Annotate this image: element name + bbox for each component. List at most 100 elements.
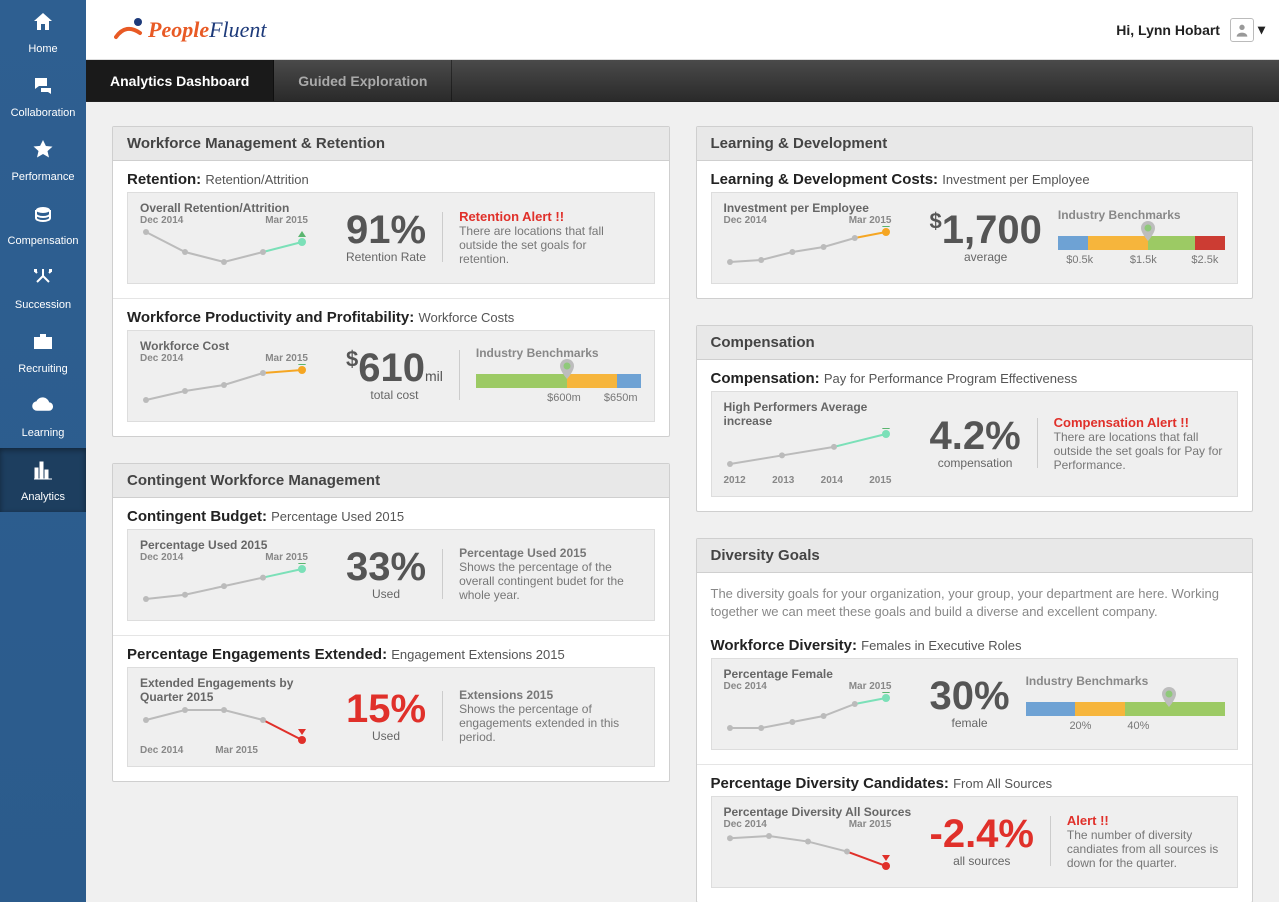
metric-value: 15% <box>346 689 426 729</box>
year-label: 2014 <box>821 475 843 486</box>
metric-unit: female <box>930 716 1010 730</box>
tab-analytics-dashboard[interactable]: Analytics Dashboard <box>86 60 274 101</box>
section-sub: Pay for Performance Program Effectivenes… <box>824 371 1077 386</box>
section-heading: Compensation: <box>711 370 820 387</box>
range-start: Dec 2014 <box>140 353 183 364</box>
range-end: Mar 2015 <box>849 819 892 830</box>
section-diversity-candidates[interactable]: Percentage Diversity Candidates: From Al… <box>697 764 1253 902</box>
range-start: Dec 2014 <box>140 552 183 563</box>
metric-unit: Retention Rate <box>346 250 426 264</box>
sidebar-item-analytics[interactable]: Analytics <box>0 448 86 512</box>
metric-label: Percentage Diversity All Sources <box>724 805 914 819</box>
desc-title: Extensions 2015 <box>459 688 639 702</box>
section-productivity[interactable]: Workforce Productivity and Profitability… <box>113 298 669 436</box>
range-end: Mar 2015 <box>265 215 308 226</box>
section-heading: Retention: <box>127 171 201 188</box>
main-content: Workforce Management & Retention Retenti… <box>86 102 1279 902</box>
sidebar-item-performance[interactable]: Performance <box>0 128 86 192</box>
desc-body: Shows the percentage of the overall cont… <box>459 560 639 602</box>
tab-label: Guided Exploration <box>298 73 427 89</box>
sidebar-item-collaboration[interactable]: Collaboration <box>0 64 86 128</box>
metric-value: 91% <box>346 210 426 250</box>
range-end: Mar 2015 <box>849 681 892 692</box>
metric-label: Percentage Female <box>724 667 914 681</box>
sidebar-item-recruiting[interactable]: Recruiting <box>0 320 86 384</box>
range-end: Mar 2015 <box>265 552 308 563</box>
metric-label: Percentage Used 2015 <box>140 538 330 552</box>
section-heading: Learning & Development Costs: <box>711 171 939 188</box>
benchmark-labels: 20%40% <box>1026 720 1225 732</box>
logo[interactable]: PeopleFluent <box>114 13 267 47</box>
metric-label: Workforce Cost <box>140 339 330 353</box>
section-compensation[interactable]: Compensation: Pay for Performance Progra… <box>697 360 1253 511</box>
sparkline <box>140 364 308 406</box>
metric-unit: total cost <box>346 388 443 402</box>
range-end: Mar 2015 <box>849 215 892 226</box>
chevron-down-icon: ▾ <box>1258 21 1265 38</box>
section-workforce-diversity[interactable]: Workforce Diversity: Females in Executiv… <box>697 627 1253 764</box>
section-sub: Workforce Costs <box>418 310 514 325</box>
metric-unit: compensation <box>930 456 1021 470</box>
section-heading: Contingent Budget: <box>127 508 267 525</box>
benchmark-bar <box>1058 236 1225 250</box>
range-start: Dec 2014 <box>140 745 183 756</box>
alert-title: Retention Alert !! <box>459 209 639 224</box>
metric-label: Extended Engagements by Quarter 2015 <box>140 676 330 704</box>
range-start: Dec 2014 <box>140 215 183 226</box>
benchmark-bar <box>1026 702 1225 716</box>
desc-title: Percentage Used 2015 <box>459 546 639 560</box>
metric-value: $610mil <box>346 348 443 388</box>
range-end: Mar 2015 <box>215 745 258 756</box>
metric-value: 4.2% <box>930 416 1021 456</box>
cloud-download-icon <box>31 394 55 421</box>
alert-body: There are locations that fall outside th… <box>1054 430 1225 472</box>
benchmark-title: Industry Benchmarks <box>476 346 642 360</box>
panel-title: Diversity Goals <box>697 539 1253 573</box>
metric-value: -2.4% <box>930 814 1035 854</box>
user-menu[interactable]: Hi, Lynn Hobart ▾ <box>1116 18 1265 42</box>
sidebar-item-label: Home <box>28 43 57 55</box>
benchmark-bar <box>476 374 642 388</box>
range-end: Mar 2015 <box>265 353 308 364</box>
greeting-text: Hi, Lynn Hobart <box>1116 22 1220 38</box>
section-budget[interactable]: Contingent Budget: Percentage Used 2015 … <box>113 498 669 635</box>
section-extensions[interactable]: Percentage Engagements Extended: Engagem… <box>113 635 669 781</box>
panel-title: Compensation <box>697 326 1253 360</box>
metric-label: Investment per Employee <box>724 201 914 215</box>
panel-contingent: Contingent Workforce Management Continge… <box>112 463 670 782</box>
sidebar-item-compensation[interactable]: Compensation <box>0 192 86 256</box>
logo-text-a: People <box>148 17 209 42</box>
sidebar-item-label: Compensation <box>8 235 79 247</box>
sidebar-item-label: Succession <box>15 299 71 311</box>
metric-label: Overall Retention/Attrition <box>140 201 330 215</box>
tab-guided-exploration[interactable]: Guided Exploration <box>274 60 452 101</box>
alert-title: Compensation Alert !! <box>1054 415 1225 430</box>
panel-workforce: Workforce Management & Retention Retenti… <box>112 126 670 437</box>
sidebar-item-home[interactable]: Home <box>0 0 86 64</box>
bar-chart-icon <box>31 458 55 485</box>
sidebar-item-label: Analytics <box>21 491 65 503</box>
metric-unit: average <box>930 250 1042 264</box>
metric-unit: all sources <box>930 854 1035 868</box>
section-heading: Percentage Diversity Candidates: <box>711 775 949 792</box>
panel-compensation: Compensation Compensation: Pay for Perfo… <box>696 325 1254 512</box>
benchmark-title: Industry Benchmarks <box>1058 208 1225 222</box>
benchmark-labels: $0.5k$1.5k$2.5k <box>1058 254 1225 266</box>
coins-icon <box>31 202 55 229</box>
sidebar-item-label: Learning <box>22 427 65 439</box>
sparkline <box>140 563 308 605</box>
alert-body: The number of diversity candiates from a… <box>1067 828 1225 870</box>
section-sub: Investment per Employee <box>942 172 1089 187</box>
alert-body: There are locations that fall outside th… <box>459 224 639 266</box>
section-sub: From All Sources <box>953 776 1052 791</box>
section-retention[interactable]: Retention: Retention/Attrition Overall R… <box>113 161 669 298</box>
sparkline <box>140 704 308 746</box>
section-sub: Percentage Used 2015 <box>271 509 404 524</box>
range-start: Dec 2014 <box>724 681 767 692</box>
sparkline <box>724 226 892 268</box>
section-learning-costs[interactable]: Learning & Development Costs: Investment… <box>697 161 1253 298</box>
sidebar-item-learning[interactable]: Learning <box>0 384 86 448</box>
logo-text-b: Fluent <box>209 17 266 42</box>
tab-bar: Analytics Dashboard Guided Exploration <box>86 60 1279 102</box>
sidebar-item-succession[interactable]: Succession <box>0 256 86 320</box>
